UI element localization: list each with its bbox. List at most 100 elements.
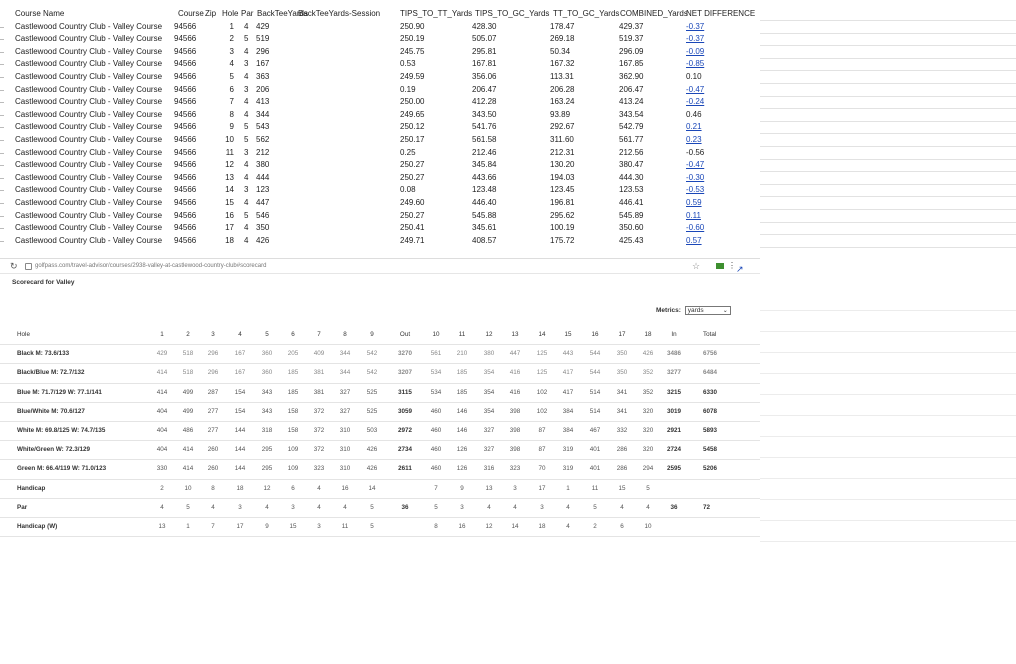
reload-icon[interactable]: ↻ (10, 259, 18, 273)
sheet-cell[interactable]: 3 (244, 184, 248, 197)
sheet-cell[interactable]: 363 (256, 71, 269, 84)
sheet-cell[interactable]: 4 (244, 222, 248, 235)
sheet-cell[interactable]: -0.53 (686, 184, 704, 197)
sheet-cell[interactable]: 5 (244, 33, 248, 46)
sheet-cell[interactable]: 16 (224, 210, 234, 223)
sheet-cell[interactable]: Castlewood Country Club - Valley Course (15, 109, 162, 122)
sheet-cell[interactable]: Castlewood Country Club - Valley Course (15, 197, 162, 210)
sheet-cell[interactable]: 1 (224, 21, 234, 34)
sheet-cell[interactable]: 13 (224, 172, 234, 185)
sheet-cell[interactable]: 212.56 (619, 147, 643, 160)
sheet-cell[interactable]: 444 (256, 172, 269, 185)
sheet-cell[interactable]: 167.32 (550, 58, 574, 71)
sheet-cell[interactable]: 94566 (174, 184, 196, 197)
extension-menu-icon[interactable]: ⋮ (728, 259, 736, 273)
sheet-cell[interactable]: Castlewood Country Club - Valley Course (15, 96, 162, 109)
sheet-cell[interactable]: Castlewood Country Club - Valley Course (15, 210, 162, 223)
sheet-cell[interactable]: 94566 (174, 235, 196, 248)
sheet-cell[interactable]: 425.43 (619, 235, 643, 248)
sheet-cell[interactable]: 15 (224, 197, 234, 210)
sheet-cell[interactable]: 123 (256, 184, 269, 197)
sheet-cell[interactable]: 4 (244, 235, 248, 248)
sheet-cell[interactable]: Castlewood Country Club - Valley Course (15, 21, 162, 34)
sheet-cell[interactable]: Castlewood Country Club - Valley Course (15, 184, 162, 197)
sheet-cell[interactable]: 93.89 (550, 109, 570, 122)
sheet-cell[interactable]: 345.84 (472, 159, 496, 172)
sheet-header-cell[interactable]: TIPS_TO_GC_Yards (475, 8, 549, 21)
sheet-cell[interactable]: Castlewood Country Club - Valley Course (15, 222, 162, 235)
sheet-cell[interactable]: Castlewood Country Club - Valley Course (15, 46, 162, 59)
sheet-cell[interactable]: 94566 (174, 96, 196, 109)
sheet-cell[interactable]: -0.60 (686, 222, 704, 235)
sheet-cell[interactable]: 0.25 (400, 147, 416, 160)
sheet-cell[interactable]: 196.81 (550, 197, 574, 210)
lock-icon[interactable] (25, 263, 32, 270)
sheet-cell[interactable]: 250.27 (400, 172, 424, 185)
sheet-cell[interactable]: 130.20 (550, 159, 574, 172)
sheet-cell[interactable]: 50.34 (550, 46, 570, 59)
sheet-cell[interactable]: 94566 (174, 134, 196, 147)
sheet-cell[interactable]: 426 (256, 235, 269, 248)
sheet-cell[interactable]: 4 (244, 21, 248, 34)
sheet-cell[interactable]: 206.28 (550, 84, 574, 97)
sheet-cell[interactable]: Castlewood Country Club - Valley Course (15, 172, 162, 185)
sheet-header-cell[interactable]: TIPS_TO_TT_Yards (400, 8, 472, 21)
sheet-cell[interactable]: 0.53 (400, 58, 416, 71)
sheet-cell[interactable]: 94566 (174, 147, 196, 160)
sheet-cell[interactable]: 0.59 (686, 197, 702, 210)
sheet-cell[interactable]: 4 (244, 172, 248, 185)
sheet-header-cell[interactable]: Hole (222, 8, 238, 21)
sheet-cell[interactable]: 343.50 (472, 109, 496, 122)
sheet-cell[interactable]: 380 (256, 159, 269, 172)
sheet-cell[interactable]: 7 (224, 96, 234, 109)
sheet-cell[interactable]: 17 (224, 222, 234, 235)
sheet-cell[interactable]: -0.47 (686, 159, 704, 172)
sheet-cell[interactable]: 194.03 (550, 172, 574, 185)
sheet-cell[interactable]: 249.60 (400, 197, 424, 210)
sheet-cell[interactable]: 356.06 (472, 71, 496, 84)
sheet-cell[interactable]: Castlewood Country Club - Valley Course (15, 58, 162, 71)
sheet-cell[interactable]: 249.59 (400, 71, 424, 84)
sheet-cell[interactable]: 250.00 (400, 96, 424, 109)
sheet-cell[interactable]: 94566 (174, 46, 196, 59)
sheet-cell[interactable]: 561.77 (619, 134, 643, 147)
sheet-cell[interactable]: 167.81 (472, 58, 496, 71)
sheet-cell[interactable]: 167.85 (619, 58, 643, 71)
sheet-cell[interactable]: Castlewood Country Club - Valley Course (15, 235, 162, 248)
sheet-cell[interactable]: Castlewood Country Club - Valley Course (15, 147, 162, 160)
sheet-cell[interactable]: 123.48 (472, 184, 496, 197)
sheet-cell[interactable]: 206 (256, 84, 269, 97)
sheet-cell[interactable]: 250.90 (400, 21, 424, 34)
sheet-cell[interactable]: 167 (256, 58, 269, 71)
sheet-cell[interactable]: 249.71 (400, 235, 424, 248)
sheet-cell[interactable]: 94566 (174, 222, 196, 235)
sheet-cell[interactable]: 4 (244, 96, 248, 109)
sheet-cell[interactable]: 0.57 (686, 235, 702, 248)
sheet-cell[interactable]: 250.17 (400, 134, 424, 147)
sheet-cell[interactable]: 546 (256, 210, 269, 223)
sheet-cell[interactable]: 562 (256, 134, 269, 147)
sheet-cell[interactable]: 295.81 (472, 46, 496, 59)
sheet-cell[interactable]: -0.56 (686, 147, 704, 160)
sheet-cell[interactable]: 18 (224, 235, 234, 248)
sheet-cell[interactable]: 9 (224, 121, 234, 134)
sheet-cell[interactable]: 545.88 (472, 210, 496, 223)
browser-address-bar[interactable]: ↻ golfpass.com/travel-advisor/courses/29… (0, 258, 760, 274)
sheet-cell[interactable]: 0.08 (400, 184, 416, 197)
star-icon[interactable]: ☆ (692, 259, 700, 273)
sheet-cell[interactable]: 250.27 (400, 210, 424, 223)
sheet-cell[interactable]: 443.66 (472, 172, 496, 185)
sheet-cell[interactable]: 94566 (174, 71, 196, 84)
sheet-cell[interactable]: Castlewood Country Club - Valley Course (15, 134, 162, 147)
sheet-cell[interactable]: 123.53 (619, 184, 643, 197)
sheet-cell[interactable]: 163.24 (550, 96, 574, 109)
sheet-cell[interactable]: 94566 (174, 84, 196, 97)
sheet-cell[interactable]: 6 (224, 84, 234, 97)
sheet-cell[interactable]: 446.41 (619, 197, 643, 210)
sheet-header-cell[interactable]: TT_TO_GC_Yards (553, 8, 619, 21)
url-text[interactable]: golfpass.com/travel-advisor/courses/2938… (35, 259, 266, 273)
sheet-cell[interactable]: 94566 (174, 210, 196, 223)
sheet-cell[interactable]: 519 (256, 33, 269, 46)
sheet-cell[interactable]: 206.47 (619, 84, 643, 97)
sheet-cell[interactable]: 519.37 (619, 33, 643, 46)
